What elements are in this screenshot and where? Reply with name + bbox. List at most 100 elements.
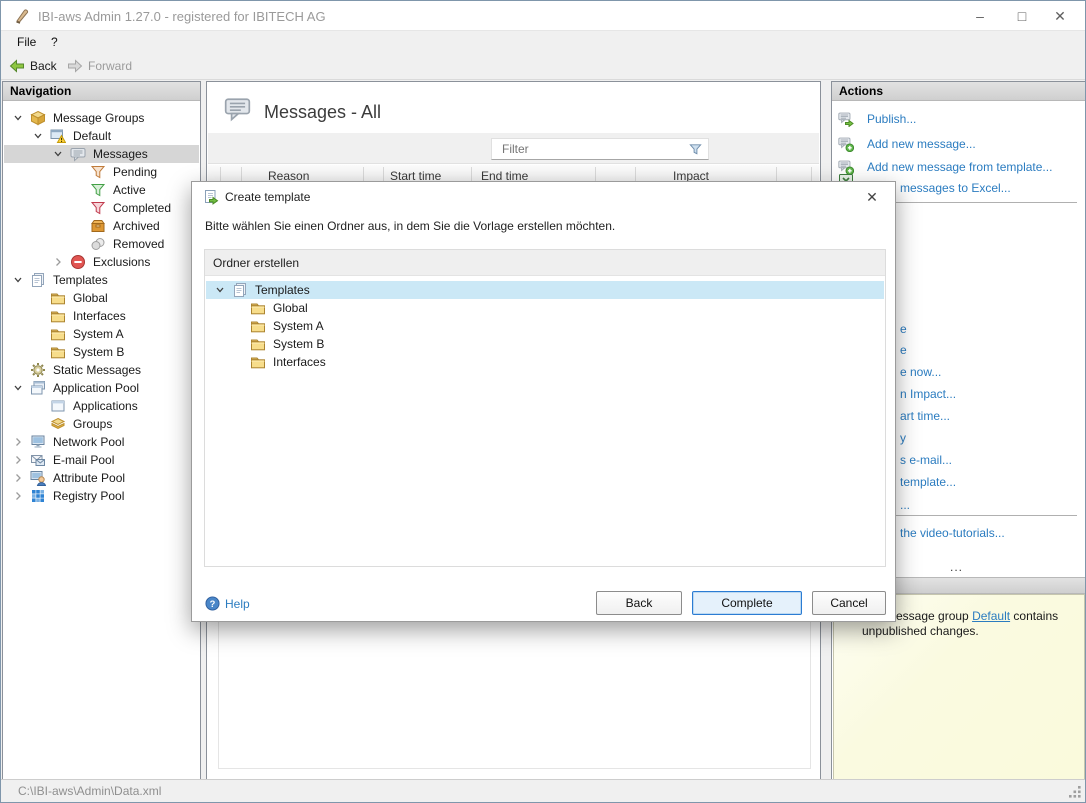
chevron-collapsed-icon[interactable] xyxy=(12,491,24,501)
chevron-expanded-icon[interactable] xyxy=(32,131,44,141)
chevron-expanded-icon[interactable] xyxy=(214,285,226,295)
resize-grip-icon[interactable] xyxy=(1068,785,1082,799)
action-link-fragment[interactable]: e xyxy=(900,322,907,336)
action-export-excel-fragment[interactable]: messages to Excel... xyxy=(900,181,1011,195)
status-bar: C:\IBI-aws\Admin\Data.xml xyxy=(1,779,1085,802)
tree-item-removed[interactable]: Removed xyxy=(4,235,199,253)
chevron-collapsed-icon[interactable] xyxy=(12,437,24,447)
tree-item-system-b[interactable]: System B xyxy=(4,343,199,361)
tree-item-label: Templates xyxy=(255,283,310,297)
default-group-link[interactable]: Default xyxy=(972,609,1010,623)
tree-item-default[interactable]: Default xyxy=(4,127,199,145)
tree-item-application-pool[interactable]: Application Pool xyxy=(4,379,199,397)
maximize-button[interactable]: □ xyxy=(1005,1,1039,31)
tree-item-completed[interactable]: Completed xyxy=(4,199,199,217)
action-link-fragment[interactable]: template... xyxy=(900,475,956,489)
tree-item-applications[interactable]: Applications xyxy=(4,397,199,415)
templates-icon xyxy=(30,272,46,288)
application-pool-icon xyxy=(30,380,46,396)
toolbar: Back Forward xyxy=(1,53,1085,80)
tree-item-label: Active xyxy=(113,183,146,197)
forward-button[interactable]: Forward xyxy=(67,56,132,76)
tree-item-label: Global xyxy=(273,301,308,315)
more-ellipsis[interactable]: ... xyxy=(950,560,963,574)
page-title: Messages - All xyxy=(264,102,381,123)
chevron-placeholder xyxy=(232,339,244,349)
tree-item-pending[interactable]: Pending xyxy=(4,163,199,181)
navigation-panel: Navigation Message GroupsDefaultMessages… xyxy=(2,81,201,780)
action-link-fragment[interactable]: y xyxy=(900,431,906,445)
tree-item-templates[interactable]: Templates xyxy=(206,281,884,299)
chevron-expanded-icon[interactable] xyxy=(52,149,64,159)
registry-pool-icon xyxy=(30,488,46,504)
tree-item-messages[interactable]: Messages xyxy=(4,145,199,163)
filter-band xyxy=(208,133,819,164)
tree-item-interfaces[interactable]: Interfaces xyxy=(4,307,199,325)
tree-item-attribute-pool[interactable]: Attribute Pool xyxy=(4,469,199,487)
menu-file[interactable]: File xyxy=(11,34,42,50)
action-link-fragment[interactable]: ... xyxy=(900,498,910,512)
minimize-button[interactable]: – xyxy=(963,1,997,31)
filter-input[interactable] xyxy=(500,141,680,157)
chevron-placeholder xyxy=(32,293,44,303)
action-add-new-message-from-template[interactable]: Add new message from template... xyxy=(838,159,1052,175)
tree-item-label: System B xyxy=(73,345,124,359)
tree-item-registry-pool[interactable]: Registry Pool xyxy=(4,487,199,505)
tree-item-e-mail-pool[interactable]: E-mail Pool xyxy=(4,451,199,469)
action-label: Add new message... xyxy=(867,137,976,151)
close-button[interactable]: ✕ xyxy=(1043,1,1077,31)
funnel-pending-icon xyxy=(90,164,106,180)
folder-icon xyxy=(250,354,266,370)
tree-item-label: Static Messages xyxy=(53,363,141,377)
back-button[interactable]: Back xyxy=(9,56,57,76)
tree-item-active[interactable]: Active xyxy=(4,181,199,199)
tree-item-exclusions[interactable]: Exclusions xyxy=(4,253,199,271)
tree-item-system-b[interactable]: System B xyxy=(206,335,884,353)
chevron-expanded-icon[interactable] xyxy=(12,275,24,285)
tree-item-label: Interfaces xyxy=(273,355,326,369)
action-link-fragment[interactable]: e xyxy=(900,343,907,357)
chevron-collapsed-icon[interactable] xyxy=(52,257,64,267)
tree-item-global[interactable]: Global xyxy=(4,289,199,307)
menu-help[interactable]: ? xyxy=(45,34,64,50)
tree-item-message-groups[interactable]: Message Groups xyxy=(4,109,199,127)
tree-item-interfaces[interactable]: Interfaces xyxy=(206,353,884,371)
chevron-expanded-icon[interactable] xyxy=(12,383,24,393)
action-publish[interactable]: Publish... xyxy=(838,111,916,127)
tree-item-system-a[interactable]: System A xyxy=(4,325,199,343)
tree-item-static-messages[interactable]: Static Messages xyxy=(4,361,199,379)
help-link[interactable]: ? Help xyxy=(205,596,250,611)
chevron-placeholder xyxy=(72,167,84,177)
cancel-button[interactable]: Cancel xyxy=(812,591,886,615)
chevron-collapsed-icon[interactable] xyxy=(12,455,24,465)
tree-item-label: Attribute Pool xyxy=(53,471,125,485)
action-link-fragment[interactable]: e now... xyxy=(900,365,941,379)
complete-button[interactable]: Complete xyxy=(692,591,802,615)
tree-item-groups[interactable]: Groups xyxy=(4,415,199,433)
action-add-new-message[interactable]: Add new message... xyxy=(838,136,976,152)
action-link-fragment[interactable]: art time... xyxy=(900,409,950,423)
action-link-fragment[interactable]: n Impact... xyxy=(900,387,956,401)
action-link-fragment[interactable]: s e-mail... xyxy=(900,453,952,467)
tree-item-archived[interactable]: Archived xyxy=(4,217,199,235)
filter-funnel-icon[interactable] xyxy=(688,142,703,157)
tree-item-global[interactable]: Global xyxy=(206,299,884,317)
chevron-collapsed-icon[interactable] xyxy=(12,473,24,483)
tree-item-templates[interactable]: Templates xyxy=(4,271,199,289)
funnel-active-icon xyxy=(90,182,106,198)
folder-icon xyxy=(50,344,66,360)
publish-icon xyxy=(838,111,854,127)
chevron-placeholder xyxy=(32,311,44,321)
chevron-placeholder xyxy=(72,239,84,249)
tree-item-label: Network Pool xyxy=(53,435,124,449)
back-dialog-button[interactable]: Back xyxy=(596,591,682,615)
tree-item-system-a[interactable]: System A xyxy=(206,317,884,335)
chevron-expanded-icon[interactable] xyxy=(12,113,24,123)
add-message-icon xyxy=(838,136,854,152)
tree-item-network-pool[interactable]: Network Pool xyxy=(4,433,199,451)
action-video-tutorials-fragment[interactable]: the video-tutorials... xyxy=(900,526,1005,540)
static-messages-icon xyxy=(30,362,46,378)
chevron-placeholder xyxy=(232,357,244,367)
help-icon: ? xyxy=(205,596,220,611)
dialog-close-icon[interactable]: ✕ xyxy=(861,187,883,207)
